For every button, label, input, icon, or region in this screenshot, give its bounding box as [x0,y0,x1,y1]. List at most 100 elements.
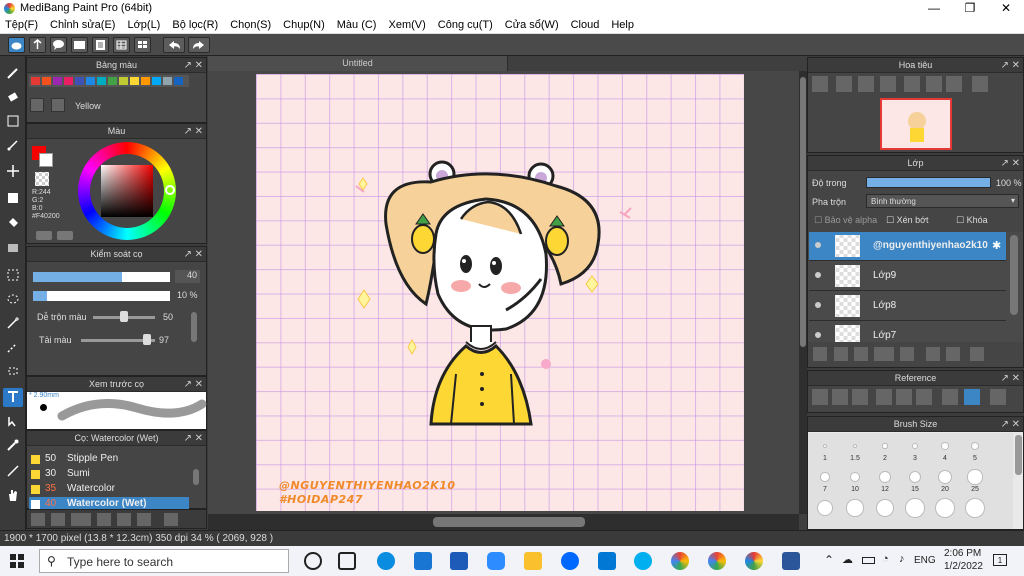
message-icon[interactable] [71,37,88,53]
color-swatch[interactable] [97,77,106,85]
vertical-scroll-thumb[interactable] [800,77,806,347]
trash-icon[interactable] [51,98,65,112]
close-icon[interactable]: ✕ [195,248,203,262]
magic-wand-icon[interactable] [3,314,23,333]
menu-tools[interactable]: Công cụ(T) [438,17,499,33]
protect-alpha-checkbox[interactable]: ☐ Bảo vệ alpha [814,215,877,226]
cloud-download-icon[interactable] [812,389,828,405]
menu-snap[interactable]: Chụp(N) [283,17,331,33]
flip-icon[interactable] [926,76,942,92]
brush-size-cell[interactable]: 3 [900,435,930,464]
close-icon[interactable]: ✕ [195,59,203,73]
menu-color[interactable]: Màu (C) [337,17,383,33]
horizontal-scroll-thumb[interactable] [433,517,585,527]
redo-icon[interactable] [188,37,210,53]
close-icon[interactable]: ✕ [1012,418,1020,432]
layer-row-selected[interactable]: @nguyenthiyenhao2k10 ✱ [809,232,1006,261]
tray-chevron-up-icon[interactable]: ⌃ [824,553,834,567]
color-swatch[interactable] [174,77,183,85]
zoom-in-icon[interactable] [836,76,852,92]
brush-size-cell[interactable] [930,497,960,526]
expand-icon[interactable]: ↗ [184,378,192,392]
brush-tool-icon[interactable] [3,64,23,83]
menu-filter[interactable]: Bộ lọc(R) [172,17,224,33]
brush-size-cell[interactable]: 10 [840,466,870,495]
copy-icon[interactable] [137,513,151,526]
new-halftone-layer-icon[interactable] [834,347,848,361]
flip-horizontal-icon[interactable] [972,76,988,92]
menu-select[interactable]: Chọn(S) [230,17,277,33]
color-swatch[interactable] [31,77,40,85]
close-icon[interactable] [852,389,868,405]
close-icon[interactable]: ✕ [195,432,203,446]
document-icon[interactable] [92,37,109,53]
folder-icon[interactable] [117,513,131,526]
menu-layer[interactable]: Lớp(L) [127,17,166,33]
color-swatch[interactable] [119,77,128,85]
brush-item[interactable]: 50 Stipple Pen [29,452,189,467]
cortana-icon[interactable] [304,552,322,570]
expand-icon[interactable]: ↗ [184,248,192,262]
language-indicator[interactable]: ENG [914,555,936,566]
expand-icon[interactable]: ↗ [184,125,192,139]
color-swatch[interactable] [64,77,73,85]
operation-tool-icon[interactable] [3,412,23,431]
drawing-paper[interactable]: @NGUYENTHIYENHAO2K10 #HOIDAP247 [256,74,744,511]
word-icon[interactable] [782,552,800,570]
opacity-slider[interactable] [33,291,170,301]
color-swatch[interactable] [53,77,62,85]
select-pen-icon[interactable] [3,338,23,357]
color-swatch[interactable] [130,77,139,85]
eye-icon[interactable] [815,272,821,278]
brush-size-cell[interactable]: 4 [930,435,960,464]
eye-icon[interactable] [815,242,821,248]
bucket-tool-icon[interactable] [3,214,23,233]
color-swatch[interactable] [152,77,161,85]
transparent-swatch[interactable] [35,172,49,186]
maximize-button[interactable]: ❐ [952,0,988,17]
color-picker-button[interactable] [57,231,73,240]
brush-item[interactable]: 35 Watercolor [29,482,189,497]
comment-icon[interactable] [50,37,67,53]
blend-mode-select[interactable]: Bình thường ▾ [866,194,1019,208]
zalo-icon[interactable] [561,552,579,570]
horizontal-scrollbar[interactable] [208,514,799,530]
hue-marker[interactable] [165,185,175,195]
brush-control-scrollbar[interactable] [191,312,197,342]
medibang-icon[interactable] [745,552,763,570]
brush-size-cell[interactable] [840,497,870,526]
brush-size-cell[interactable] [960,497,990,526]
rotate-left-icon[interactable] [904,76,920,92]
size-slider[interactable] [33,272,170,282]
layer-row[interactable]: Lớp8 [809,292,1006,321]
tray-battery-icon[interactable] [862,557,875,564]
expand-icon[interactable]: ↗ [184,59,192,73]
rotate-right-icon[interactable] [946,76,962,92]
color-swatch[interactable] [42,77,51,85]
close-button[interactable]: ✕ [988,0,1024,17]
fit-icon[interactable] [858,76,874,92]
edge-icon[interactable] [377,552,395,570]
rectangle-tool-icon[interactable] [3,112,23,131]
canvas-area[interactable]: @NGUYENTHIYENHAO2K10 #HOIDAP247 [208,71,799,514]
close-icon[interactable]: ✕ [195,125,203,139]
expand-icon[interactable]: ↗ [1001,157,1009,171]
color-swatch[interactable] [163,77,172,85]
taskbar-search[interactable]: ⚲ Type here to search [39,549,289,573]
dilute-slider-handle[interactable] [143,334,151,345]
brush-size-cell[interactable]: 5 [960,435,990,464]
eyedropper-icon[interactable] [942,389,958,405]
expand-icon[interactable]: ↗ [1001,418,1009,432]
brush-item[interactable]: 30 Sumi [29,467,189,482]
minimize-button[interactable]: — [916,0,952,17]
task-view-icon[interactable] [338,552,356,570]
color-swatch[interactable] [75,77,84,85]
menu-file[interactable]: Tệp(F) [5,17,44,33]
file-explorer-icon[interactable] [524,552,542,570]
new-layer-icon[interactable] [813,347,827,361]
lasso-tool-icon[interactable] [3,290,23,309]
grid-list-icon[interactable] [113,37,130,53]
expand-icon[interactable]: ↗ [184,432,192,446]
secondary-color-swatch[interactable] [39,153,53,167]
folder-icon[interactable] [900,347,914,361]
